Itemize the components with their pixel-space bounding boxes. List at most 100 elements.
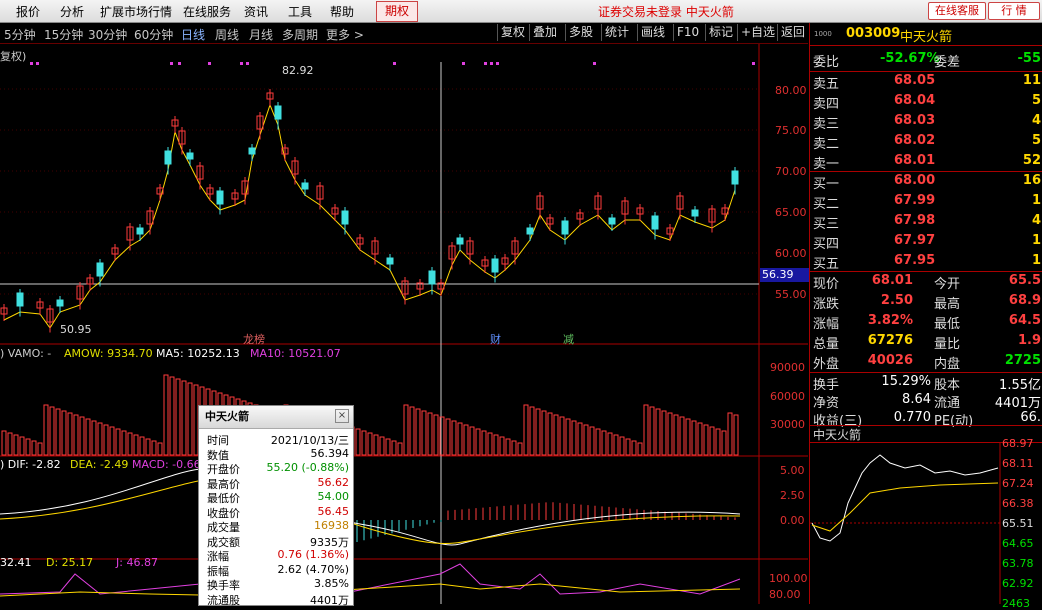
ask-label: 卖二: [813, 137, 840, 152]
event-reduce[interactable]: 减: [563, 331, 574, 347]
bid-price: 67.97: [894, 233, 936, 248]
toolbar-button-0[interactable]: 复权: [497, 24, 528, 41]
toolbar-button-1[interactable]: 叠加: [529, 24, 560, 41]
current-price-tag: 56.39: [760, 268, 810, 282]
period-tab-0[interactable]: 5分钟: [4, 26, 36, 43]
stat-value: 68.9: [1008, 293, 1041, 308]
tooltip-row: 最高价 56.62: [199, 475, 353, 491]
bid-row: 买五 67.95 1: [810, 253, 1042, 272]
quote-button[interactable]: 行 情: [988, 2, 1040, 20]
period-tab-3[interactable]: 60分钟: [134, 26, 173, 43]
kdj-j: J: 46.87: [116, 556, 158, 569]
period-tab-7[interactable]: 多周期: [282, 26, 318, 43]
menu-online-service[interactable]: 在线服务: [183, 3, 231, 20]
fundamental-row: 换手 15.29% 股本 1.55亿: [810, 374, 1042, 393]
event-longbang[interactable]: 龙榜: [243, 331, 265, 347]
webi-row: 委比 -52.67% 委差 -55: [810, 51, 1042, 70]
menu-help[interactable]: 帮助: [330, 3, 354, 20]
tooltip-row: 成交量 16938: [199, 519, 353, 534]
kline-chart[interactable]: [0, 44, 808, 604]
ask-row: 卖三 68.03 4: [810, 113, 1042, 132]
period-tab-5[interactable]: 周线: [215, 26, 239, 43]
mini-chart-tick: 62.92: [1002, 577, 1034, 590]
bid-row: 买三 67.98 4: [810, 213, 1042, 232]
toolbar-button-5[interactable]: F10: [673, 24, 702, 41]
period-tab-6[interactable]: 月线: [249, 26, 273, 43]
menu-analysis[interactable]: 分析: [60, 3, 84, 20]
toolbar-button-2[interactable]: 多股: [565, 24, 596, 41]
bid-volume: 1: [1031, 193, 1041, 208]
ask-volume: 5: [1031, 133, 1041, 148]
tooltip-row: 成交额 9335万: [199, 534, 353, 549]
volume-axis-tick: 60000: [770, 390, 805, 403]
tooltip-row: 开盘价 55.20 (-0.88%): [199, 461, 353, 476]
tooltip-row-value: 56.45: [317, 504, 350, 518]
bid-volume: 1: [1031, 233, 1041, 248]
fundamental-value: 8.64: [902, 392, 931, 407]
stat-value: 3.82%: [867, 313, 913, 328]
price-axis-tick: 70.00: [775, 165, 807, 178]
menu-news[interactable]: 资讯: [244, 3, 268, 20]
stat-value: 67276: [867, 333, 913, 348]
menu-extended-market[interactable]: 扩展市场行情: [100, 3, 172, 20]
online-service-button[interactable]: 在线客服: [928, 2, 986, 20]
macd-axis-tick: 5.00: [780, 464, 805, 477]
tooltip-close-icon[interactable]: ×: [335, 409, 349, 423]
tooltip-row-value: 16938: [314, 519, 349, 532]
ask-price: 68.01: [894, 153, 936, 168]
tooltip-row-value: 3.85%: [314, 577, 349, 590]
fundamental-label: 股本: [934, 378, 961, 393]
price-axis-tick: 65.00: [775, 206, 807, 219]
toolbar-button-8[interactable]: 返回: [777, 24, 808, 41]
menu-options[interactable]: 期权: [376, 1, 418, 22]
bid-volume: 1: [1031, 253, 1041, 268]
mini-chart-tick: 64.65: [1002, 537, 1034, 550]
ask-row: 卖五 68.05 11: [810, 73, 1042, 92]
toolbar-button-3[interactable]: 统计: [601, 24, 632, 41]
bid-label: 买三: [813, 217, 840, 232]
period-tab-1[interactable]: 15分钟: [44, 26, 83, 43]
period-tab-8[interactable]: 更多 >: [326, 26, 364, 43]
bar-info-tooltip: 中天火箭 × 时间 2021/10/13/三 数值 56.394 开盘价 55.20 (-…: [198, 405, 354, 607]
toolbar-button-7[interactable]: +自选: [737, 24, 778, 41]
wecha-value: -55: [1017, 51, 1042, 66]
quote-header: 1000 003009 中天火箭: [810, 23, 1042, 46]
bid-label: 买五: [813, 257, 840, 272]
tooltip-title: 中天火箭: [199, 406, 353, 429]
stock-code: 003009: [846, 26, 901, 41]
stat-label: 现价: [813, 277, 840, 292]
low-price-label: 50.95: [60, 323, 92, 336]
macd-value: MACD: -0.66: [132, 458, 201, 471]
stat-label: 总量: [813, 337, 840, 352]
ask-volume: 11: [1022, 73, 1041, 88]
bid-row: 买二 67.99 1: [810, 193, 1042, 212]
tooltip-row: 数值 56.394: [199, 447, 353, 462]
ask-volume: 4: [1031, 113, 1041, 128]
stat-value: 40026: [867, 353, 913, 368]
period-tab-4[interactable]: 日线: [181, 26, 205, 43]
menu-quote[interactable]: 报价: [16, 3, 40, 20]
event-finance[interactable]: 财: [490, 331, 501, 347]
bid-price: 67.98: [894, 213, 936, 228]
stat-row: 涨幅 3.82% 最低 64.5: [810, 313, 1042, 332]
menu-bar: 报价 分析 扩展市场行情 在线服务 资讯 工具 帮助 期权 证券交易未登录 中天…: [0, 0, 1042, 23]
ask-label: 卖一: [813, 157, 840, 172]
mini-chart-tick: 67.24: [1002, 477, 1034, 490]
toolbar-button-4[interactable]: 画线: [637, 24, 668, 41]
tooltip-row-value: 56.62: [317, 475, 350, 489]
menu-tools[interactable]: 工具: [288, 3, 312, 20]
toolbar-button-6[interactable]: 标记: [705, 24, 736, 41]
mini-chart-tick: 66.38: [1002, 497, 1034, 510]
tooltip-row: 时间 2021/10/13/三: [199, 432, 353, 447]
fundamental-value: 4401万: [994, 396, 1041, 411]
stat-value: 64.5: [1008, 313, 1041, 328]
stat-row: 总量 67276 量比 1.9: [810, 333, 1042, 352]
stat-value: 2.50: [880, 293, 913, 308]
stat-label: 量比: [934, 337, 961, 352]
period-tab-2[interactable]: 30分钟: [88, 26, 127, 43]
kdj-k: 32.41: [0, 556, 32, 569]
stat-label: 内盘: [934, 357, 961, 372]
stat-label: 涨跌: [813, 297, 840, 312]
ask-volume: 52: [1022, 153, 1041, 168]
fundamental-label: 换手: [813, 378, 840, 393]
